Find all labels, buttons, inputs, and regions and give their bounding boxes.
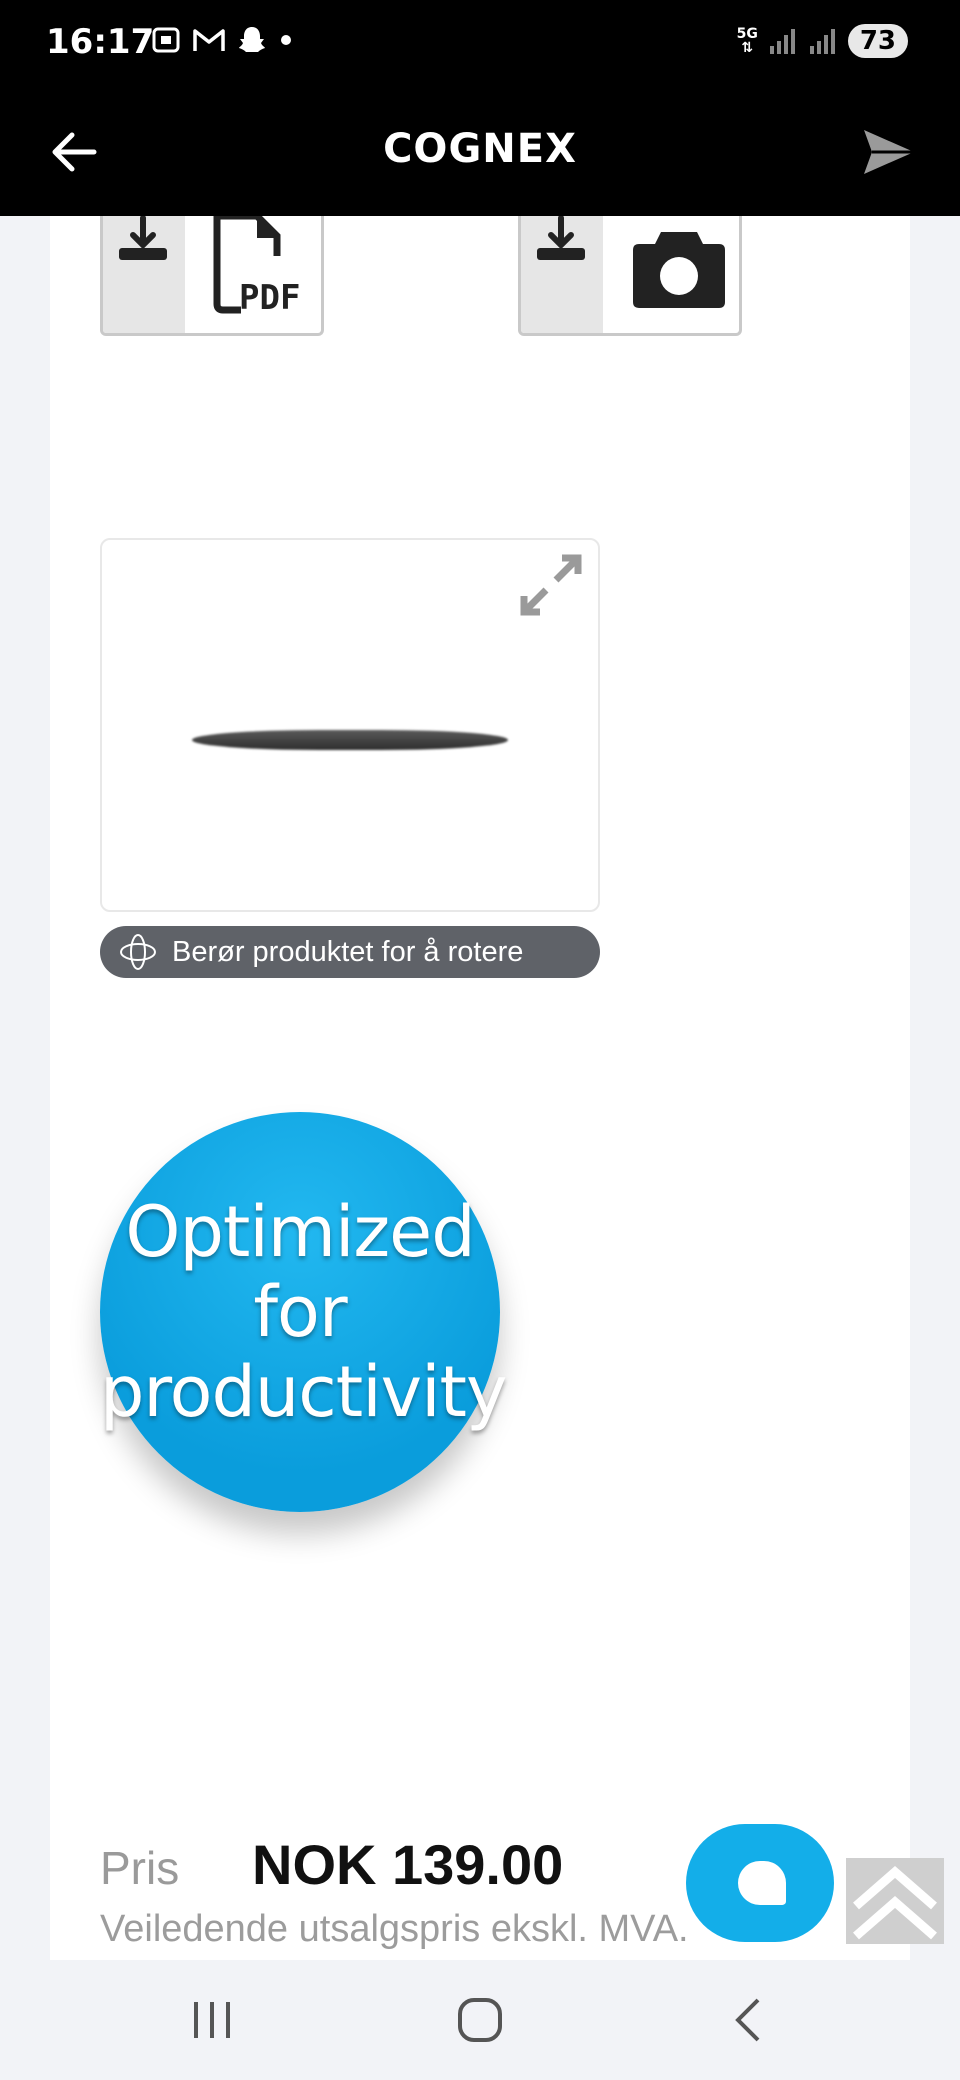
price-label: Pris	[100, 1842, 180, 1894]
download-icon	[119, 216, 167, 260]
rotate-hint-text: Berør produktet for å rotere	[172, 935, 524, 968]
scroll-to-top-icon	[853, 1866, 937, 1940]
product-image[interactable]	[192, 730, 508, 750]
product-3d-viewer[interactable]	[100, 538, 600, 912]
rotate-3d-icon	[120, 934, 156, 970]
productivity-badge: Optimized for productivity	[100, 1112, 507, 1512]
download-icon	[537, 216, 585, 260]
price-row: Pris NOK 139.00	[100, 1832, 563, 1897]
chat-button[interactable]	[686, 1824, 834, 1942]
screenshot-icon	[152, 27, 180, 53]
gmail-icon	[193, 29, 225, 51]
scroll-to-top-button[interactable]	[846, 1858, 944, 1944]
snapchat-icon	[239, 27, 265, 52]
brand-logo: COGNEX	[383, 126, 577, 172]
chat-icon	[738, 1861, 786, 1905]
badge-line-1: Optimized	[125, 1191, 475, 1273]
signal-icon	[809, 29, 835, 54]
battery-level: 73	[847, 24, 908, 58]
home-icon[interactable]	[450, 1994, 510, 2046]
badge-text: Optimized for productivity	[100, 1191, 507, 1433]
status-time: 16:17	[46, 22, 155, 62]
app-bar: COGNEX	[0, 88, 960, 216]
signal-icon	[769, 29, 795, 54]
system-icons: 5G ⇅ 73	[737, 24, 908, 58]
camera-icon	[633, 232, 725, 308]
back-icon[interactable]	[720, 1994, 780, 2046]
download-image-button[interactable]	[518, 216, 742, 336]
product-content: PDF Berør produktet for å rotere Optimiz…	[50, 216, 910, 1960]
network-label: 5G	[736, 26, 758, 42]
rotate-hint: Berør produktet for å rotere	[100, 926, 600, 978]
download-pdf-button[interactable]: PDF	[100, 216, 324, 336]
recent-apps-icon[interactable]	[182, 1994, 242, 2046]
download-pdf-left	[103, 216, 185, 333]
notification-icons	[150, 24, 294, 56]
pdf-label: PDF	[239, 278, 301, 318]
send-icon[interactable]	[858, 122, 918, 182]
system-nav-bar	[0, 1960, 960, 2080]
network-type: 5G ⇅	[736, 26, 758, 56]
badge-line-2: for	[253, 1271, 347, 1353]
download-pdf-right: PDF	[185, 216, 321, 333]
download-image-right	[603, 216, 739, 333]
price-note: Veiledende utsalgspris ekskl. MVA.	[100, 1908, 689, 1950]
expand-icon[interactable]	[516, 550, 586, 620]
price-value: NOK 139.00	[252, 1833, 564, 1896]
download-image-left	[521, 216, 603, 333]
status-bar: 16:17 5G ⇅ 73	[0, 0, 960, 88]
badge-line-3: productivity	[100, 1351, 507, 1433]
dot-icon	[281, 35, 291, 45]
